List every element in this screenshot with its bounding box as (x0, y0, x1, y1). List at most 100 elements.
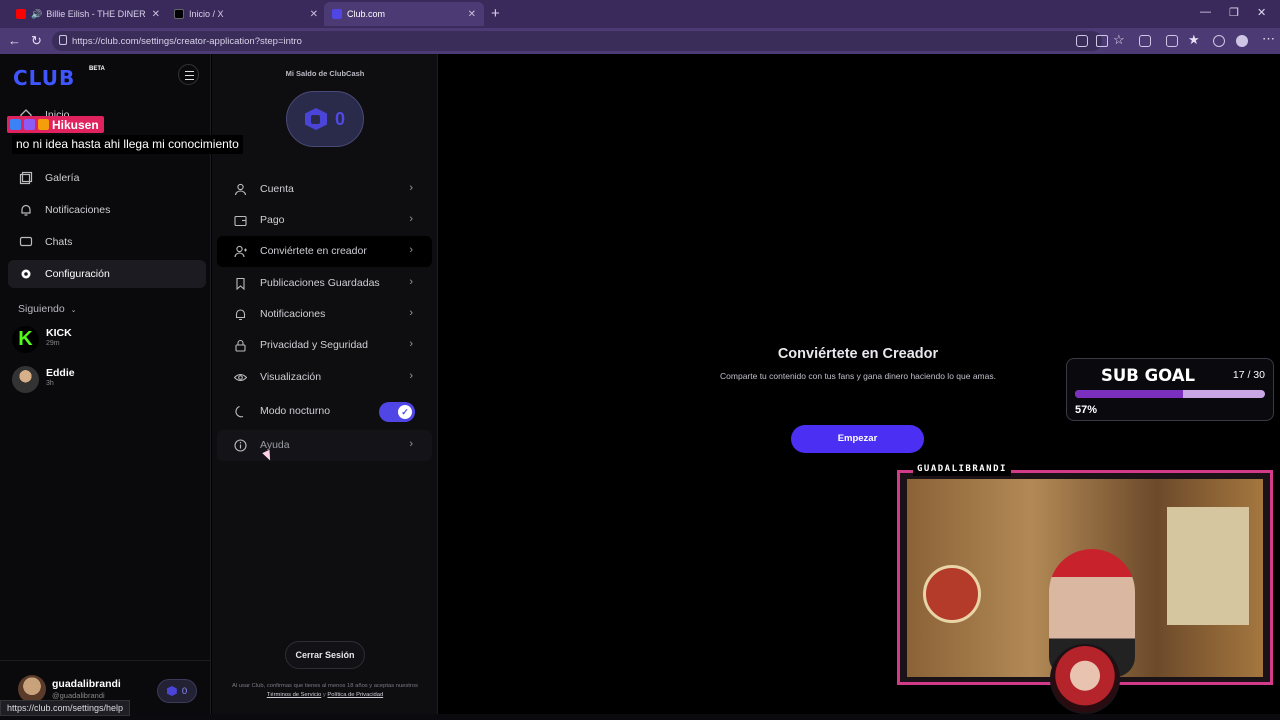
chevron-right-icon: › (409, 307, 413, 319)
close-window-icon[interactable]: ✕ (1257, 6, 1266, 19)
chevron-down-icon: ⌄ (70, 307, 77, 314)
following-section-label[interactable]: Siguiendo ⌄ (18, 303, 77, 315)
chat-message: no ni idea hasta ahi llega mi conocimien… (12, 135, 243, 154)
privacy-link[interactable]: Política de Privacidad (327, 692, 383, 698)
clubcash-title: Mi Saldo de ClubCash (285, 69, 365, 78)
night-mode-toggle[interactable]: ✓ (379, 402, 415, 422)
webcam-overlay: GUADALIBRANDI (897, 461, 1273, 714)
clubcash-icon (304, 108, 327, 130)
chat-icon (19, 236, 33, 247)
profile-avatar-icon[interactable] (1236, 35, 1248, 47)
settings-item-cuenta[interactable]: Cuenta › (217, 174, 432, 205)
settings-item-label: Pago (260, 214, 285, 226)
settings-item-modo-nocturno: Modo nocturno ✓ (217, 396, 432, 427)
close-tab-icon[interactable]: ✕ (310, 9, 318, 20)
x-logo-icon (174, 9, 184, 19)
sub-goal-widget: SUB GOAL 17 / 30 57% (1066, 358, 1274, 421)
favorite-star-icon[interactable]: ☆ (1113, 32, 1125, 48)
user-name: guadalibrandi (52, 678, 121, 690)
chevron-right-icon: › (409, 276, 413, 288)
clubcash-icon (166, 686, 177, 696)
settings-item-pago[interactable]: Pago › (217, 205, 432, 236)
reload-icon[interactable]: ↻ (31, 33, 42, 49)
chevron-right-icon: › (409, 370, 413, 382)
extensions-icon[interactable] (1139, 35, 1151, 47)
bookmark-icon (236, 277, 245, 290)
tab-club[interactable]: Club.com ✕ (324, 2, 484, 26)
terms-notice: Al usar Club, confirmas que tienes al me… (230, 682, 420, 700)
shield-icon[interactable] (1213, 35, 1225, 47)
info-icon (234, 439, 247, 452)
avatar (1050, 644, 1120, 714)
club-logo[interactable]: CLUB (13, 66, 75, 90)
minimize-icon[interactable]: — (1200, 6, 1211, 18)
tab-title: Billie Eilish - THE DINER (Offic (46, 9, 146, 19)
bell-icon (21, 204, 31, 216)
status-bar-url: https://club.com/settings/help (0, 700, 131, 716)
settings-item-ayuda[interactable]: Ayuda › (217, 430, 432, 461)
chevron-right-icon: › (409, 338, 413, 350)
app-icon[interactable] (1076, 35, 1088, 47)
more-icon[interactable]: ⋯ (1262, 31, 1275, 47)
url-field[interactable]: https://club.com/settings/creator-applic… (52, 31, 1102, 51)
following-name: Eddie (46, 367, 75, 379)
user-icon (234, 183, 247, 196)
extension-icon[interactable] (1166, 35, 1178, 47)
tab-strip: 🔊 Billie Eilish - THE DINER (Offic ✕ Ini… (0, 0, 1280, 28)
sidebar-item-label: Galería (45, 172, 80, 184)
youtube-icon (16, 9, 26, 19)
start-button[interactable]: Empezar (791, 425, 924, 453)
following-time: 29m (46, 340, 60, 347)
settings-panel: Mi Saldo de ClubCash 0 Cuenta › Pago › C… (212, 54, 438, 714)
check-icon: ✓ (398, 405, 412, 419)
settings-item-label: Ayuda (260, 439, 290, 451)
terms-link[interactable]: Términos de Servicio (267, 692, 321, 698)
close-tab-icon[interactable]: ✕ (468, 9, 476, 20)
settings-item-notificaciones[interactable]: Notificaciones › (217, 299, 432, 330)
settings-item-label: Visualización (260, 371, 322, 383)
close-tab-icon[interactable]: ✕ (152, 9, 160, 20)
sidebar-item-label: Notificaciones (45, 204, 111, 216)
following-label: Siguiendo (18, 303, 65, 315)
sidebar-item-configuracion[interactable]: Configuración (8, 260, 206, 288)
settings-item-creador[interactable]: Conviértete en creador › (217, 236, 432, 267)
settings-item-label: Cuenta (260, 183, 294, 195)
restore-icon[interactable]: ❐ (1229, 6, 1239, 19)
user-plus-icon (234, 245, 247, 258)
back-icon[interactable]: ← (8, 33, 21, 48)
terms-text: Al usar Club, confirmas que tienes al me… (232, 683, 418, 689)
avatar (12, 366, 39, 393)
settings-item-guardadas[interactable]: Publicaciones Guardadas › (217, 268, 432, 299)
tab-youtube[interactable]: 🔊 Billie Eilish - THE DINER (Offic ✕ (8, 2, 168, 26)
tab-title: Club.com (347, 9, 386, 19)
settings-item-label: Conviértete en creador (260, 245, 367, 257)
speaker-icon: 🔊 (31, 8, 43, 19)
clubcash-balance-pill[interactable]: 0 (157, 679, 197, 703)
tab-title: Inicio / X (189, 9, 224, 19)
chat-username-badge: Hikusen (7, 116, 104, 133)
tab-x[interactable]: Inicio / X ✕ (166, 2, 326, 26)
clubcash-amount: 0 (334, 108, 345, 129)
sub-goal-title: SUB GOAL (1101, 366, 1196, 385)
clubcash-balance: 0 (286, 91, 364, 147)
settings-item-visualizacion[interactable]: Visualización › (217, 362, 432, 393)
logout-button[interactable]: Cerrar Sesión (285, 641, 365, 669)
new-tab-button[interactable]: + (491, 5, 500, 22)
sidebar-item-chats[interactable]: Chats (8, 228, 206, 256)
settings-item-label: Modo nocturno (260, 405, 331, 417)
lock-icon (235, 339, 246, 352)
following-time: 3h (46, 380, 54, 387)
favorites-icon[interactable]: ★ (1188, 32, 1200, 48)
user-handle: @guadalibrandi (52, 691, 105, 700)
wallet-icon (234, 215, 247, 227)
sidebar-item-galeria[interactable]: Galería (8, 164, 206, 192)
following-name: KICK (46, 327, 72, 339)
gallery-icon (19, 171, 33, 185)
heart-icon (38, 119, 49, 130)
menu-button[interactable] (178, 64, 199, 85)
settings-item-privacidad[interactable]: Privacidad y Seguridad › (217, 330, 432, 361)
chevron-right-icon: › (409, 244, 413, 256)
read-aloud-icon[interactable] (1096, 35, 1108, 47)
sub-goal-progress-bar (1075, 390, 1265, 398)
sidebar-item-notificaciones[interactable]: Notificaciones (8, 196, 206, 224)
